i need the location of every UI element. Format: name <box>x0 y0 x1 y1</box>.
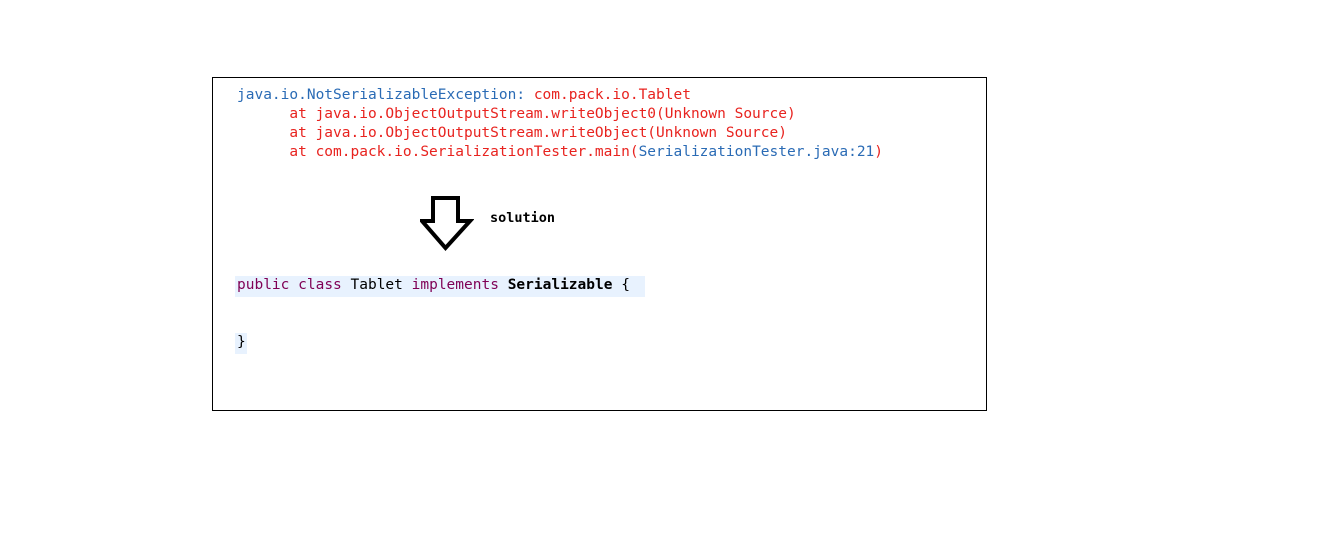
exception-line: java.io.NotSerializableException: com.pa… <box>237 86 883 105</box>
interface-name: Serializable <box>507 277 613 293</box>
exception-class-link[interactable]: java.io.NotSerializableException <box>237 87 516 103</box>
stack-frame: at java.io.ObjectOutputStream.writeObjec… <box>237 106 796 122</box>
closing-brace-line: } <box>237 333 246 352</box>
class-name: Tablet <box>350 277 403 293</box>
class-declaration: public class Tablet implements Serializa… <box>237 276 630 295</box>
source-file-link[interactable]: SerializationTester.java:21 <box>639 144 875 160</box>
exception-message: com.pack.io.Tablet <box>525 87 691 103</box>
stack-trace: java.io.NotSerializableException: com.pa… <box>237 86 883 162</box>
stack-frame-prefix: at com.pack.io.SerializationTester.main( <box>237 144 639 160</box>
open-brace: { <box>621 277 630 293</box>
keyword-class: class <box>298 277 342 293</box>
stack-frame-suffix: ) <box>874 144 884 160</box>
stack-frame: at java.io.ObjectOutputStream.writeObjec… <box>237 125 787 141</box>
solution-label: solution <box>490 210 556 226</box>
down-arrow-icon <box>420 196 474 252</box>
keyword-public: public <box>237 277 290 293</box>
exception-colon: : <box>516 87 526 103</box>
close-brace: } <box>237 334 246 350</box>
keyword-implements: implements <box>411 277 499 293</box>
stack-frame: at com.pack.io.SerializationTester.main(… <box>237 143 883 162</box>
